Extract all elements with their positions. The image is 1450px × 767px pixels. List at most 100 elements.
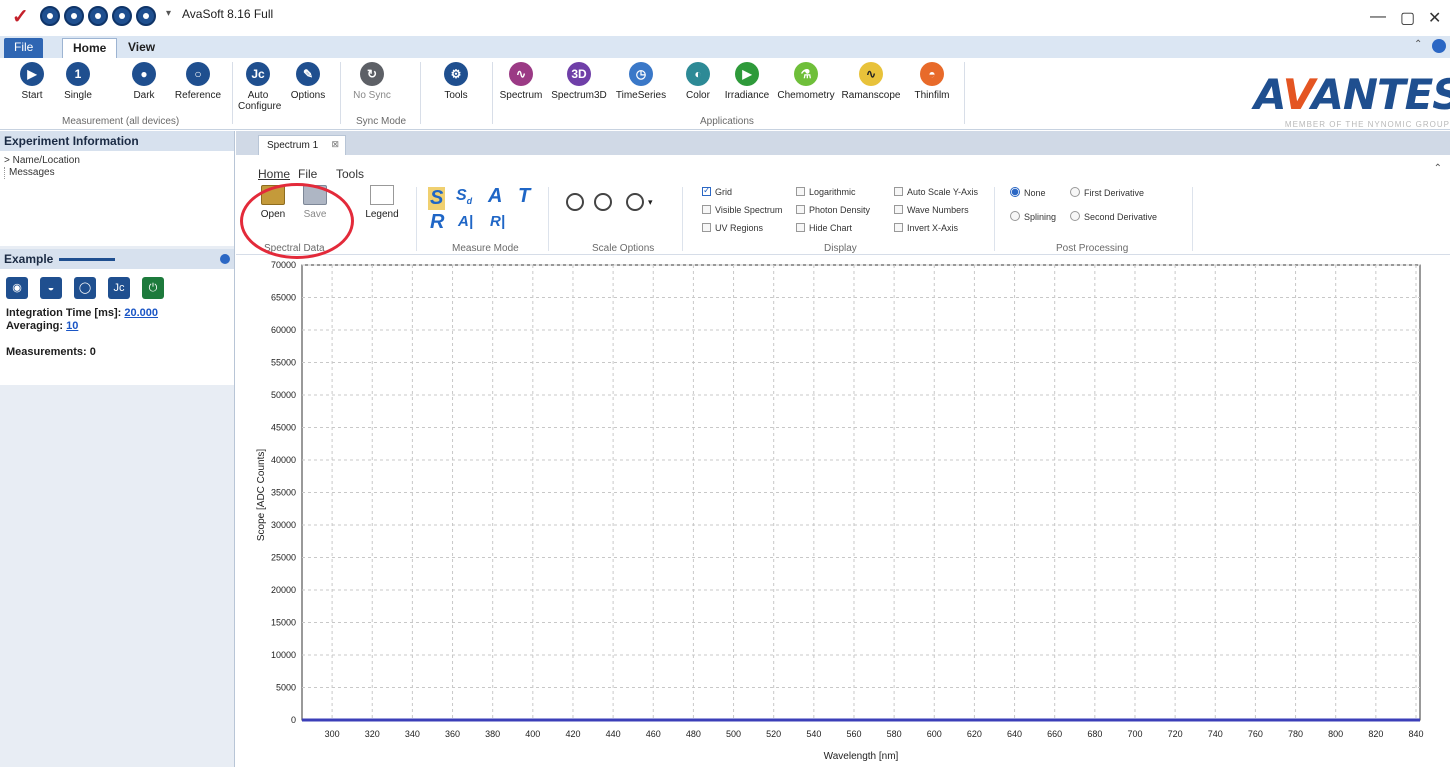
minimize-button[interactable]: — [1370,8,1386,26]
app-spectrum3d-button[interactable]: 3D Spectrum3D [548,62,610,101]
group-sync-label: Sync Mode [356,116,407,127]
app-window: ✓ ▾ AvaSoft 8.16 Full — ▢ ✕ File Home Vi… [0,0,1450,767]
doc-tab-tools[interactable]: Tools [336,167,364,181]
no-sync-button[interactable]: ↻ No Sync [350,62,394,101]
single-icon: 1 [66,62,90,86]
auto-scale-checkbox[interactable]: Auto Scale Y-Axis [894,187,978,197]
y-tick-label: 25000 [271,553,296,563]
quick-reference-icon[interactable] [112,6,132,26]
mode-transmittance-icon[interactable]: T [518,185,530,208]
radio-dot [1070,187,1080,197]
zoom-dropdown-icon[interactable]: ▾ [648,197,653,208]
menu-tab-home[interactable]: Home [62,38,118,58]
close-button[interactable]: ✕ [1428,8,1441,28]
checkbox-box [702,223,711,232]
mode-absorbance-icon[interactable]: A [488,185,502,208]
mode-abs-irradiance-icon[interactable]: A| [458,213,473,230]
logarithmic-checkbox[interactable]: Logarithmic [796,187,856,197]
post-second-derivative-radio[interactable]: Second Derivative [1070,211,1157,222]
example-panel: Example ◉ ◒ ◯ Jc ⏻ Integration Time [ms]… [0,249,234,385]
quick-start-icon[interactable] [40,6,60,26]
doc-ribbon-collapse-icon[interactable]: ⌃ [1434,163,1442,174]
mode-reflectance-icon[interactable]: R [430,211,444,234]
doc-tab-file[interactable]: File [298,167,317,181]
raman-icon: ∿ [859,62,883,86]
reference-label: Reference [174,90,222,101]
hide-chart-label: Hide Chart [809,223,853,233]
mode-scope-dark-icon[interactable]: Sd [456,187,472,206]
doc-tab-home[interactable]: Home [258,167,290,181]
spectrum-chart[interactable]: 0 5000 10000 15000 20000 25000 30000 35000 40000… [236,255,1450,767]
example-dark-icon[interactable]: ◒ [40,277,62,299]
mode-scope-icon[interactable]: S [428,187,446,210]
main-ribbon: ▶ Start 1 Single ● Dark ○ Reference Measurem… [0,58,1450,130]
grid-checkbox[interactable]: Grid [702,185,732,197]
post-none-radio[interactable]: None [1010,187,1046,198]
start-label: Start [21,90,43,101]
tools-button[interactable]: ⚙ Tools [436,62,476,101]
example-power-icon[interactable]: ⏻ [142,277,164,299]
example-autoconfig-icon[interactable]: Jc [108,277,130,299]
x-tick-label: 400 [525,729,540,739]
wave-numbers-checkbox[interactable]: Wave Numbers [894,205,969,215]
app-check-icon: ✓ [12,6,29,28]
averaging-link[interactable]: 10 [66,320,78,332]
zoom-reset-icon[interactable] [566,193,584,211]
menu-tab-view[interactable]: View [118,38,165,58]
mode-rel-irradiance-icon[interactable]: R| [490,213,505,230]
hide-chart-checkbox[interactable]: Hide Chart [796,223,852,233]
example-reference-icon[interactable]: ◯ [74,277,96,299]
app-ramanscope-button[interactable]: ∿ Ramanscope [840,62,902,101]
legend-label: Legend [365,209,399,220]
single-button[interactable]: 1 Single [60,62,96,101]
example-collapse-icon[interactable] [220,254,230,264]
app-color-button[interactable]: ◐ Color [680,62,716,101]
experiment-info-title: Experiment Information [0,131,234,151]
help-icon[interactable] [1432,39,1446,53]
auto-configure-button[interactable]: Jc Auto Configure [238,62,281,112]
reference-bulb-icon: ○ [186,62,210,86]
invert-x-checkbox[interactable]: Invert X-Axis [894,223,958,233]
document-area: Spectrum 1 ⊠ Home File Tools ⌃ Open Save… [236,131,1450,767]
example-toolbar: ◉ ◒ ◯ Jc ⏻ [0,269,234,307]
reference-button[interactable]: ○ Reference [170,62,226,101]
quick-single-icon[interactable] [64,6,84,26]
quick-access-dropdown-icon[interactable]: ▾ [166,8,171,19]
legend-button[interactable]: Legend [362,185,402,220]
dark-button[interactable]: ● Dark [126,62,162,101]
checkbox-box [796,187,805,196]
app-timeseries-button[interactable]: ◷ TimeSeries [612,62,670,101]
visible-spectrum-checkbox[interactable]: Visible Spectrum [702,205,782,215]
x-tick-label: 420 [565,729,580,739]
post-splining-radio[interactable]: Splining [1010,211,1056,222]
integration-time-link[interactable]: 20.000 [124,307,158,319]
quick-options-icon[interactable] [136,6,156,26]
app-chemometry-button[interactable]: ⚗ Chemometry [776,62,836,101]
zoom-menu-icon[interactable] [626,193,644,211]
averaging-row: Averaging: 10 [0,320,234,333]
app-spectrum-button[interactable]: ∿ Spectrum [496,62,546,101]
close-tab-icon[interactable]: ⊠ [331,139,339,150]
tree-item-messages[interactable]: Messages [4,167,230,179]
photon-density-checkbox[interactable]: Photon Density [796,205,870,215]
restore-button[interactable]: ▢ [1400,8,1415,28]
tree-item-name-location[interactable]: > Name/Location [4,155,230,167]
quick-dark-icon[interactable] [88,6,108,26]
logo-letters-rest: ANTES [1311,70,1450,119]
zoom-in-icon[interactable] [594,193,612,211]
document-tab-spectrum-1[interactable]: Spectrum 1 ⊠ [258,135,346,155]
app-thinfilm-button[interactable]: ◓ Thinfilm [906,62,958,101]
start-button[interactable]: ▶ Start [14,62,50,101]
checkbox-box [894,187,903,196]
example-start-icon[interactable]: ◉ [6,277,28,299]
ribbon-collapse-icon[interactable]: ⌃ [1414,39,1422,50]
post-first-derivative-radio[interactable]: First Derivative [1070,187,1144,198]
x-tick-label: 300 [325,729,340,739]
options-button[interactable]: ✎ Options [288,62,328,101]
ribbon-separator [232,62,233,124]
y-tick-label: 10000 [271,650,296,660]
uv-regions-checkbox[interactable]: UV Regions [702,223,763,233]
app-irradiance-button[interactable]: ▶ Irradiance [722,62,772,101]
logo-letter-v: V [1282,70,1313,119]
menu-tab-file[interactable]: File [4,38,44,58]
